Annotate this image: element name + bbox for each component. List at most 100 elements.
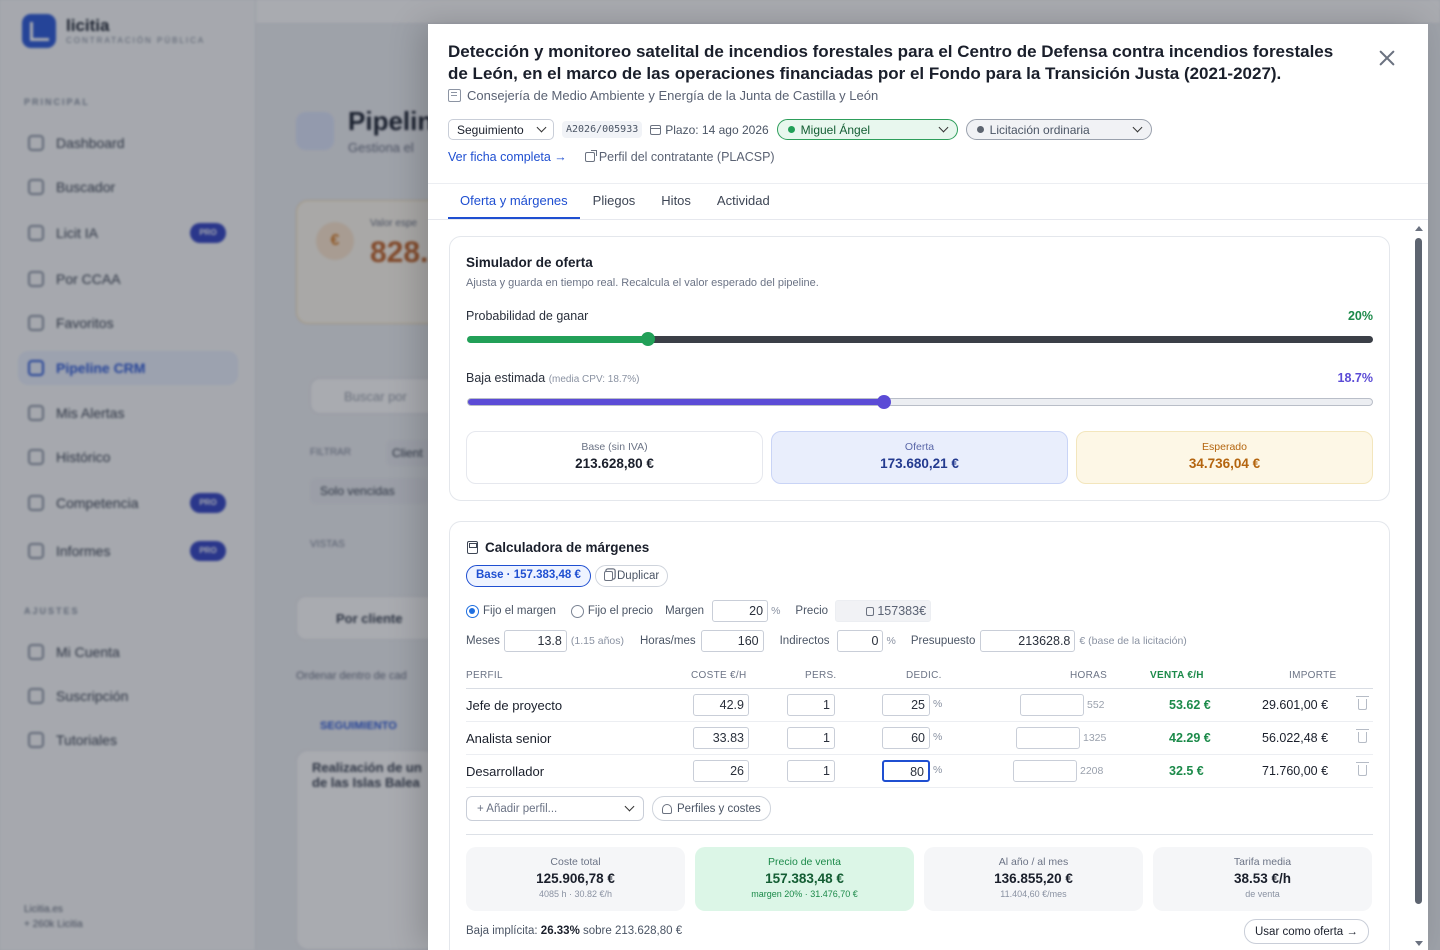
perfil-contratante-link[interactable]: Perfil del contratante (PLACSP) xyxy=(584,150,775,164)
prob-slider[interactable] xyxy=(467,332,1373,346)
perfiles-costes-button[interactable]: Perfiles y costes xyxy=(652,796,771,821)
kpi-label: Coste total xyxy=(550,856,601,868)
pers-input[interactable]: 1 xyxy=(787,760,835,782)
pers-input[interactable]: 1 xyxy=(787,727,835,749)
plazo-text: Plazo: 14 ago 2026 xyxy=(665,122,769,137)
oferta-label: Oferta xyxy=(904,441,935,453)
tab-pliegos[interactable]: Pliegos xyxy=(580,184,649,219)
dedic-unit: % xyxy=(933,698,943,710)
kpi-label: Al año / al mes xyxy=(998,856,1069,868)
tab-actividad[interactable]: Actividad xyxy=(704,184,783,219)
chevron-down-icon xyxy=(938,122,949,133)
trash-icon[interactable] xyxy=(1356,696,1369,710)
baja-implicita-tail: sobre 213.628,80 € xyxy=(583,925,683,937)
pers-input[interactable]: 1 xyxy=(787,694,835,716)
drawer-content: Simulador de oferta Ajusta y guarda en t… xyxy=(428,220,1414,950)
duplicar-button[interactable]: Duplicar xyxy=(595,565,669,587)
base-label: Base (sin IVA) xyxy=(581,441,648,453)
kpi-value: 136.855,20 € xyxy=(994,871,1073,886)
baja-implicita-value: 26.33% xyxy=(540,925,580,937)
copy-icon xyxy=(604,571,613,581)
fijo-margen-label: Fijo el margen xyxy=(483,605,556,617)
scroll-down-icon[interactable] xyxy=(1415,941,1423,946)
margen-input[interactable]: 20 xyxy=(712,600,769,622)
responsable-value: Miguel Ángel xyxy=(800,122,871,137)
horas-mes-input[interactable]: 160 xyxy=(700,630,764,652)
col-pers: PERS. xyxy=(805,670,837,681)
table-row: Analista senior 33.83 1 60 % 1325 42.29 … xyxy=(466,722,1373,755)
dedic-input[interactable]: 25 xyxy=(882,694,930,716)
fijo-margen-radio[interactable] xyxy=(466,604,479,618)
importe-value: 29.601,00 € xyxy=(1262,698,1329,712)
trash-icon[interactable] xyxy=(1356,729,1369,743)
drawer-header: Detección y monitoreo satelital de incen… xyxy=(428,24,1428,184)
kpi-label: Tarifa media xyxy=(1233,856,1292,868)
organismo: Consejería de Medio Ambiente y Energía d… xyxy=(448,88,878,103)
indirectos-label: Indirectos xyxy=(779,635,830,647)
venta-value: 42.29 € xyxy=(1169,731,1211,745)
presupuesto-input[interactable]: 213628.8 xyxy=(980,630,1076,652)
trash-icon[interactable] xyxy=(1356,762,1369,776)
col-perfil: PERFIL xyxy=(466,670,503,681)
col-coste: COSTE €/H xyxy=(691,670,747,681)
venta-value: 53.62 € xyxy=(1169,698,1211,712)
esperado-label: Esperado xyxy=(1202,441,1247,453)
col-dedic: DEDIC. xyxy=(906,670,942,681)
calendar-icon xyxy=(650,124,662,135)
col-horas: HORAS xyxy=(1070,670,1108,681)
meses-input[interactable]: 13.8 xyxy=(503,630,567,652)
col-importe: IMPORTE xyxy=(1289,670,1337,681)
responsable-select[interactable]: Miguel Ángel xyxy=(776,119,958,140)
tab-hitos[interactable]: Hitos xyxy=(648,184,704,219)
expediente-code: A2026/005933 xyxy=(562,121,643,138)
dedic-input[interactable]: 60 xyxy=(882,727,930,749)
divider xyxy=(466,834,1373,835)
kpi-sub: de venta xyxy=(1245,889,1280,899)
coste-input[interactable]: 33.83 xyxy=(693,727,749,749)
tender-title: Detección y monitoreo satelital de incen… xyxy=(448,42,1334,83)
plazo: Plazo: 14 ago 2026 xyxy=(650,122,769,137)
add-perfil-select[interactable]: + Añadir perfil... xyxy=(466,796,644,821)
ver-ficha-link[interactable]: Ver ficha completa → xyxy=(448,150,567,164)
usar-como-oferta-button[interactable]: Usar como oferta → xyxy=(1244,919,1369,944)
coste-input[interactable]: 42.9 xyxy=(693,694,749,716)
estado-select[interactable]: Seguimiento xyxy=(448,119,554,140)
close-icon[interactable] xyxy=(1377,48,1397,68)
esperado-value: 34.736,04 € xyxy=(1188,456,1261,471)
horas-input[interactable] xyxy=(1013,760,1077,782)
duplicar-label: Duplicar xyxy=(617,570,660,582)
baja-implicita: Baja implícita: 26.33% sobre 213.628,80 … xyxy=(466,925,682,937)
horas-mes-label: Horas/mes xyxy=(640,635,696,647)
prob-slider-handle[interactable] xyxy=(641,332,656,346)
mode-row: Fijo el margen Fijo el precio Margen 20 … xyxy=(466,600,932,622)
margen-label: Margen xyxy=(665,605,705,617)
chevron-down-icon xyxy=(536,122,547,133)
perfil-name: Desarrollador xyxy=(466,764,545,779)
kpi-sub: margen 20% · 31.476,70 € xyxy=(751,889,858,899)
horas-input[interactable] xyxy=(1020,694,1084,716)
drawer-tabs: Oferta y márgenes Pliegos Hitos Activida… xyxy=(448,184,783,220)
baja-slider-handle[interactable] xyxy=(876,395,891,409)
scrollbar[interactable] xyxy=(1413,224,1424,950)
scroll-up-icon[interactable] xyxy=(1415,226,1423,231)
scrollbar-thumb[interactable] xyxy=(1415,238,1422,904)
dedic-input[interactable]: 80 xyxy=(882,760,930,782)
tab-oferta[interactable]: Oferta y márgenes xyxy=(448,184,580,219)
horas-input[interactable] xyxy=(1016,727,1080,749)
prob-value: 20% xyxy=(1347,309,1373,323)
chevron-down-icon xyxy=(624,801,635,812)
fijo-precio-label: Fijo el precio xyxy=(587,605,654,617)
calculator-icon xyxy=(467,541,478,554)
base-scenario-pill[interactable]: Base · 157.383,48 € xyxy=(466,565,591,587)
base-summary: Base (sin IVA) 213.628,80 € xyxy=(466,431,763,484)
organismo-name: Consejería de Medio Ambiente y Energía d… xyxy=(467,88,879,103)
kpi-value: 38.53 €/h xyxy=(1233,871,1292,886)
simulador-card: Simulador de oferta Ajusta y guarda en t… xyxy=(449,236,1390,501)
indirectos-input[interactable]: 0 xyxy=(837,630,884,652)
baja-slider[interactable] xyxy=(467,395,1373,409)
estado-value: Seguimiento xyxy=(457,122,524,137)
procedimiento-select[interactable]: Licitación ordinaria xyxy=(965,119,1152,140)
coste-input[interactable]: 26 xyxy=(693,760,749,782)
baja-label: Baja estimada xyxy=(466,371,546,385)
fijo-precio-radio[interactable] xyxy=(570,604,584,618)
